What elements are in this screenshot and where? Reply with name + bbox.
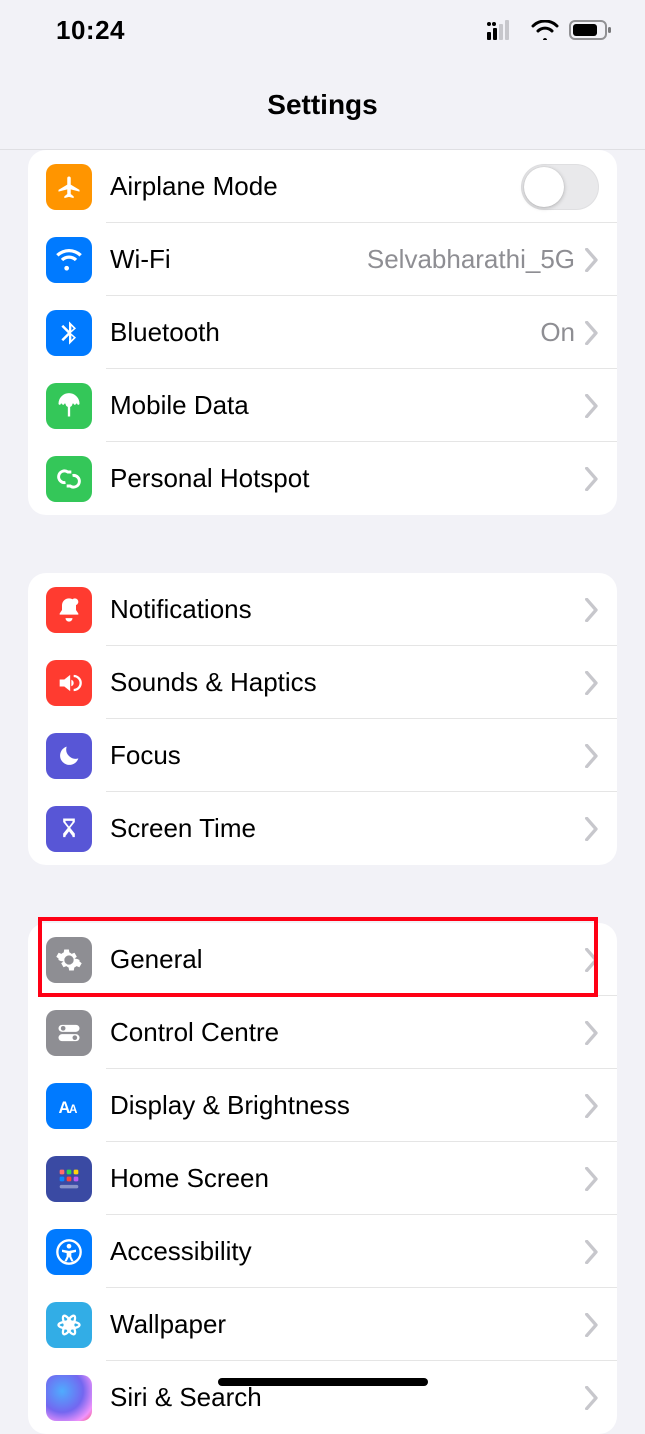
flower-icon: [46, 1302, 92, 1348]
chevron-right-icon: [585, 394, 599, 418]
row-label: Notifications: [110, 594, 585, 625]
row-wallpaper[interactable]: Wallpaper: [28, 1288, 617, 1361]
row-accessibility[interactable]: Accessibility: [28, 1215, 617, 1288]
bluetooth-icon: [46, 310, 92, 356]
page-title: Settings: [267, 89, 377, 121]
airplane-icon: [46, 164, 92, 210]
row-focus[interactable]: Focus: [28, 719, 617, 792]
chevron-right-icon: [585, 1167, 599, 1191]
wifi-icon: [531, 20, 559, 40]
row-siri[interactable]: Siri & Search: [28, 1361, 617, 1434]
dual-sim-signal-icon: [487, 20, 521, 40]
bell-icon: [46, 587, 92, 633]
bluetooth-detail: On: [540, 317, 575, 348]
chevron-right-icon: [585, 1240, 599, 1264]
row-label: Sounds & Haptics: [110, 667, 585, 698]
chevron-right-icon: [585, 321, 599, 345]
row-label: General: [110, 944, 585, 975]
row-label: Focus: [110, 740, 585, 771]
chevron-right-icon: [585, 1021, 599, 1045]
row-label: Personal Hotspot: [110, 463, 585, 494]
chevron-right-icon: [585, 598, 599, 622]
airplane-mode-toggle[interactable]: [521, 164, 599, 210]
row-control-centre[interactable]: Control Centre: [28, 996, 617, 1069]
row-label: Siri & Search: [110, 1382, 585, 1413]
status-bar: 10:24: [0, 0, 645, 60]
row-label: Display & Brightness: [110, 1090, 585, 1121]
row-label: Airplane Mode: [110, 171, 521, 202]
accessibility-icon: [46, 1229, 92, 1275]
gear-icon: [46, 937, 92, 983]
page-header: Settings: [0, 60, 645, 150]
row-label: Screen Time: [110, 813, 585, 844]
wifi-settings-icon: [46, 237, 92, 283]
row-label: Accessibility: [110, 1236, 585, 1267]
moon-icon: [46, 733, 92, 779]
home-indicator[interactable]: [218, 1378, 428, 1386]
row-wifi[interactable]: Wi-Fi Selvabharathi_5G: [28, 223, 617, 296]
row-label: Home Screen: [110, 1163, 585, 1194]
row-bluetooth[interactable]: Bluetooth On: [28, 296, 617, 369]
chevron-right-icon: [585, 744, 599, 768]
row-label: Wi-Fi: [110, 244, 367, 275]
chevron-right-icon: [585, 948, 599, 972]
status-right: [487, 19, 613, 41]
row-mobile-data[interactable]: Mobile Data: [28, 369, 617, 442]
chevron-right-icon: [585, 1313, 599, 1337]
antenna-icon: [46, 383, 92, 429]
chevron-right-icon: [585, 248, 599, 272]
chevron-right-icon: [585, 671, 599, 695]
chevron-right-icon: [585, 467, 599, 491]
toggles-icon: [46, 1010, 92, 1056]
row-screen-time[interactable]: Screen Time: [28, 792, 617, 865]
group-general: General Control Centre AA Display & Brig…: [28, 923, 617, 1434]
row-personal-hotspot[interactable]: Personal Hotspot: [28, 442, 617, 515]
chevron-right-icon: [585, 817, 599, 841]
row-notifications[interactable]: Notifications: [28, 573, 617, 646]
row-airplane-mode[interactable]: Airplane Mode: [28, 150, 617, 223]
speaker-icon: [46, 660, 92, 706]
chevron-right-icon: [585, 1094, 599, 1118]
row-label: Bluetooth: [110, 317, 540, 348]
chevron-right-icon: [585, 1386, 599, 1410]
battery-icon: [569, 19, 613, 41]
row-general[interactable]: General: [28, 923, 617, 996]
row-label: Mobile Data: [110, 390, 585, 421]
status-time: 10:24: [56, 15, 125, 46]
hourglass-icon: [46, 806, 92, 852]
row-display[interactable]: AA Display & Brightness: [28, 1069, 617, 1142]
row-label: Control Centre: [110, 1017, 585, 1048]
group-notifications: Notifications Sounds & Haptics Focus Scr…: [28, 573, 617, 865]
row-home-screen[interactable]: Home Screen: [28, 1142, 617, 1215]
wifi-network-detail: Selvabharathi_5G: [367, 244, 575, 275]
svg-text:A: A: [69, 1103, 78, 1116]
home-grid-icon: [46, 1156, 92, 1202]
row-label: Wallpaper: [110, 1309, 585, 1340]
hotspot-icon: [46, 456, 92, 502]
siri-icon: [46, 1375, 92, 1421]
row-sounds[interactable]: Sounds & Haptics: [28, 646, 617, 719]
group-connectivity: Airplane Mode Wi-Fi Selvabharathi_5G Blu…: [28, 150, 617, 515]
text-size-icon: AA: [46, 1083, 92, 1129]
